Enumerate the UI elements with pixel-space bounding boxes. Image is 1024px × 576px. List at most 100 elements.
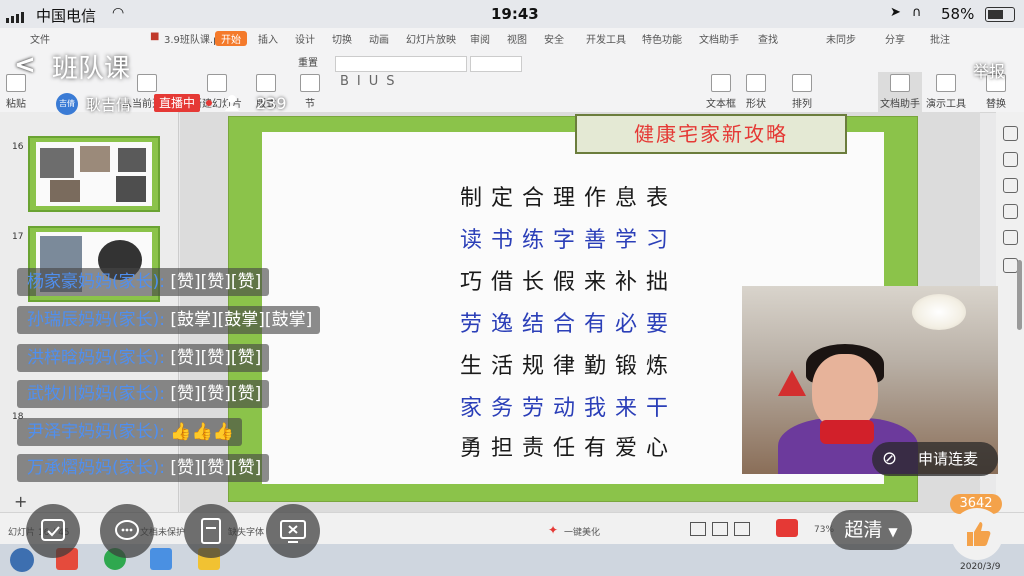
screen-close-icon [280,520,306,543]
beautify-icon: ✦ [548,523,559,537]
ribbon-reset[interactable]: 重置 [298,54,318,69]
font-format-buttons[interactable]: BIUS [340,74,403,89]
adjust-icon[interactable] [1003,204,1018,219]
slide-line: 读书练字善学习 [460,228,678,253]
normal-view-icon[interactable] [690,522,706,536]
menu-file[interactable]: 文件 [30,31,50,46]
doc-assistant-icon [890,74,910,92]
menu-doc-assistant[interactable]: 文档助手 [699,31,739,46]
chat-author: 万承熠妈妈(家长): [27,458,165,478]
live-badge: 直播中 [154,94,201,112]
ribbon-paste-label: 粘贴 [6,99,26,110]
report-button[interactable]: 举报 [973,58,1005,82]
back-icon[interactable]: < [14,50,36,80]
red-scarf [820,420,874,444]
backup-icon[interactable] [1003,258,1018,273]
slide-line: 生活规律勤锻炼 [460,354,678,379]
scrollbar[interactable] [1017,260,1022,330]
carrier-label: 中国电信 [36,7,97,25]
chat-author: 尹泽宇妈妈(家长): [27,422,165,442]
signal-icon [6,5,26,23]
menu-insert[interactable]: 插入 [258,31,278,46]
menu-home[interactable]: 开始 [215,31,247,46]
ceiling-lamp [912,294,966,330]
layout-icon [256,74,276,92]
slide-thumbnail[interactable] [28,136,160,212]
course-button[interactable] [26,504,80,558]
thumb-number: 16 [12,142,24,152]
chat-author: 孙瑞辰妈妈(家长): [27,310,165,330]
menu-slideshow[interactable]: 幻灯片放映 [406,31,456,46]
sorter-view-icon[interactable] [712,522,728,536]
ribbon-doc-assistant[interactable]: 文档助手 [878,72,922,112]
menu-transition[interactable]: 切换 [332,31,352,46]
menu-find[interactable]: 查找 [758,31,778,46]
pointer-icon[interactable] [1003,126,1018,141]
chat-message: 武牧川妈妈(家长): [赞][赞][赞] [17,380,270,408]
ribbon-textbox[interactable]: 文本框 [706,74,736,110]
menu-security[interactable]: 安全 [544,31,564,46]
menu-features[interactable]: 特色功能 [642,31,682,46]
wps-menu-strip: ■ 3.9班队课.pptx 文件 开始 插入 设计 切换 动画 幻灯片放映 审阅… [0,28,1024,47]
chevron-down-icon: ▼ [888,525,898,539]
annotate-button[interactable]: 批注 [930,31,950,46]
menu-review[interactable]: 审阅 [470,31,490,46]
ribbon-doc-assistant-label: 文档助手 [880,99,920,110]
viewer-count: 239 [256,94,287,113]
pptx-icon: ■ [150,31,160,42]
like-button[interactable] [951,508,1003,560]
homework-button[interactable] [184,504,238,558]
chat-text: 👍👍👍 [170,422,234,442]
chat-author: 杨家豪妈妈(家长): [27,272,165,292]
chat-bubble-icon [115,520,139,540]
slide-title: 健康宅家新攻略 [575,114,847,154]
wifi-icon: ◠ [112,5,125,21]
chat-message: 孙瑞辰妈妈(家长): [鼓掌][鼓掌][鼓掌] [17,306,321,334]
style-icon[interactable] [1003,152,1018,167]
quality-button[interactable]: 超清 ▼ [830,510,912,550]
chat-message: 杨家豪妈妈(家长): [赞][赞][赞] [17,268,270,296]
animation-icon[interactable] [1003,230,1018,245]
slide-line: 勇担责任有爱心 [460,436,678,461]
menu-view[interactable]: 视图 [507,31,527,46]
reading-view-icon[interactable] [734,522,750,536]
font-size-select[interactable] [470,56,522,72]
live-dot [206,100,212,106]
new-slide-icon [207,74,227,92]
viewer-icon [225,95,239,111]
menu-animation[interactable]: 动画 [369,31,389,46]
beautify-button[interactable]: 一键美化 [564,525,600,538]
battery-percent: 58% [941,5,975,23]
thumbs-up-icon [967,522,991,546]
chat-author: 洪梓晗妈妈(家长): [27,348,165,368]
menu-design[interactable]: 设计 [295,31,315,46]
screen-share-button[interactable] [266,504,320,558]
teacher-name: 耿吉倩 [86,96,132,114]
mic-link-icon: ⊘ [882,448,898,469]
play-icon [137,74,157,92]
ribbon-section[interactable]: 节 [300,74,320,110]
chat-text: [赞][赞][赞] [170,384,262,404]
ribbon-section-label: 节 [305,99,315,110]
ribbon-reset-label: 重置 [298,58,318,69]
share-button[interactable]: 分享 [885,31,905,46]
ribbon-arrange[interactable]: 排列 [792,74,812,110]
slide-line: 家务劳动我来干 [460,396,678,421]
apply-mic-button[interactable]: ⊘ 申请连麦 [872,442,998,476]
flag-shape [778,370,806,396]
sync-status[interactable]: 未同步 [826,31,856,46]
chat-text: [赞][赞][赞] [170,348,262,368]
comment-button[interactable] [100,504,154,558]
ribbon-present-tools[interactable]: 演示工具 [926,74,966,110]
font-name-select[interactable] [335,56,467,72]
arrange-icon [792,74,812,92]
play-slideshow-icon[interactable] [776,519,798,537]
chat-text: [赞][赞][赞] [170,272,262,292]
ribbon-shape[interactable]: 形状 [746,74,766,110]
thumb-number: 17 [12,232,24,242]
ribbon-textbox-label: 文本框 [706,99,736,110]
avatar[interactable]: 吉倩 [56,93,78,115]
menu-devtools[interactable]: 开发工具 [586,31,626,46]
chat-text: [鼓掌][鼓掌][鼓掌] [170,310,313,330]
shape-tool-icon[interactable] [1003,178,1018,193]
